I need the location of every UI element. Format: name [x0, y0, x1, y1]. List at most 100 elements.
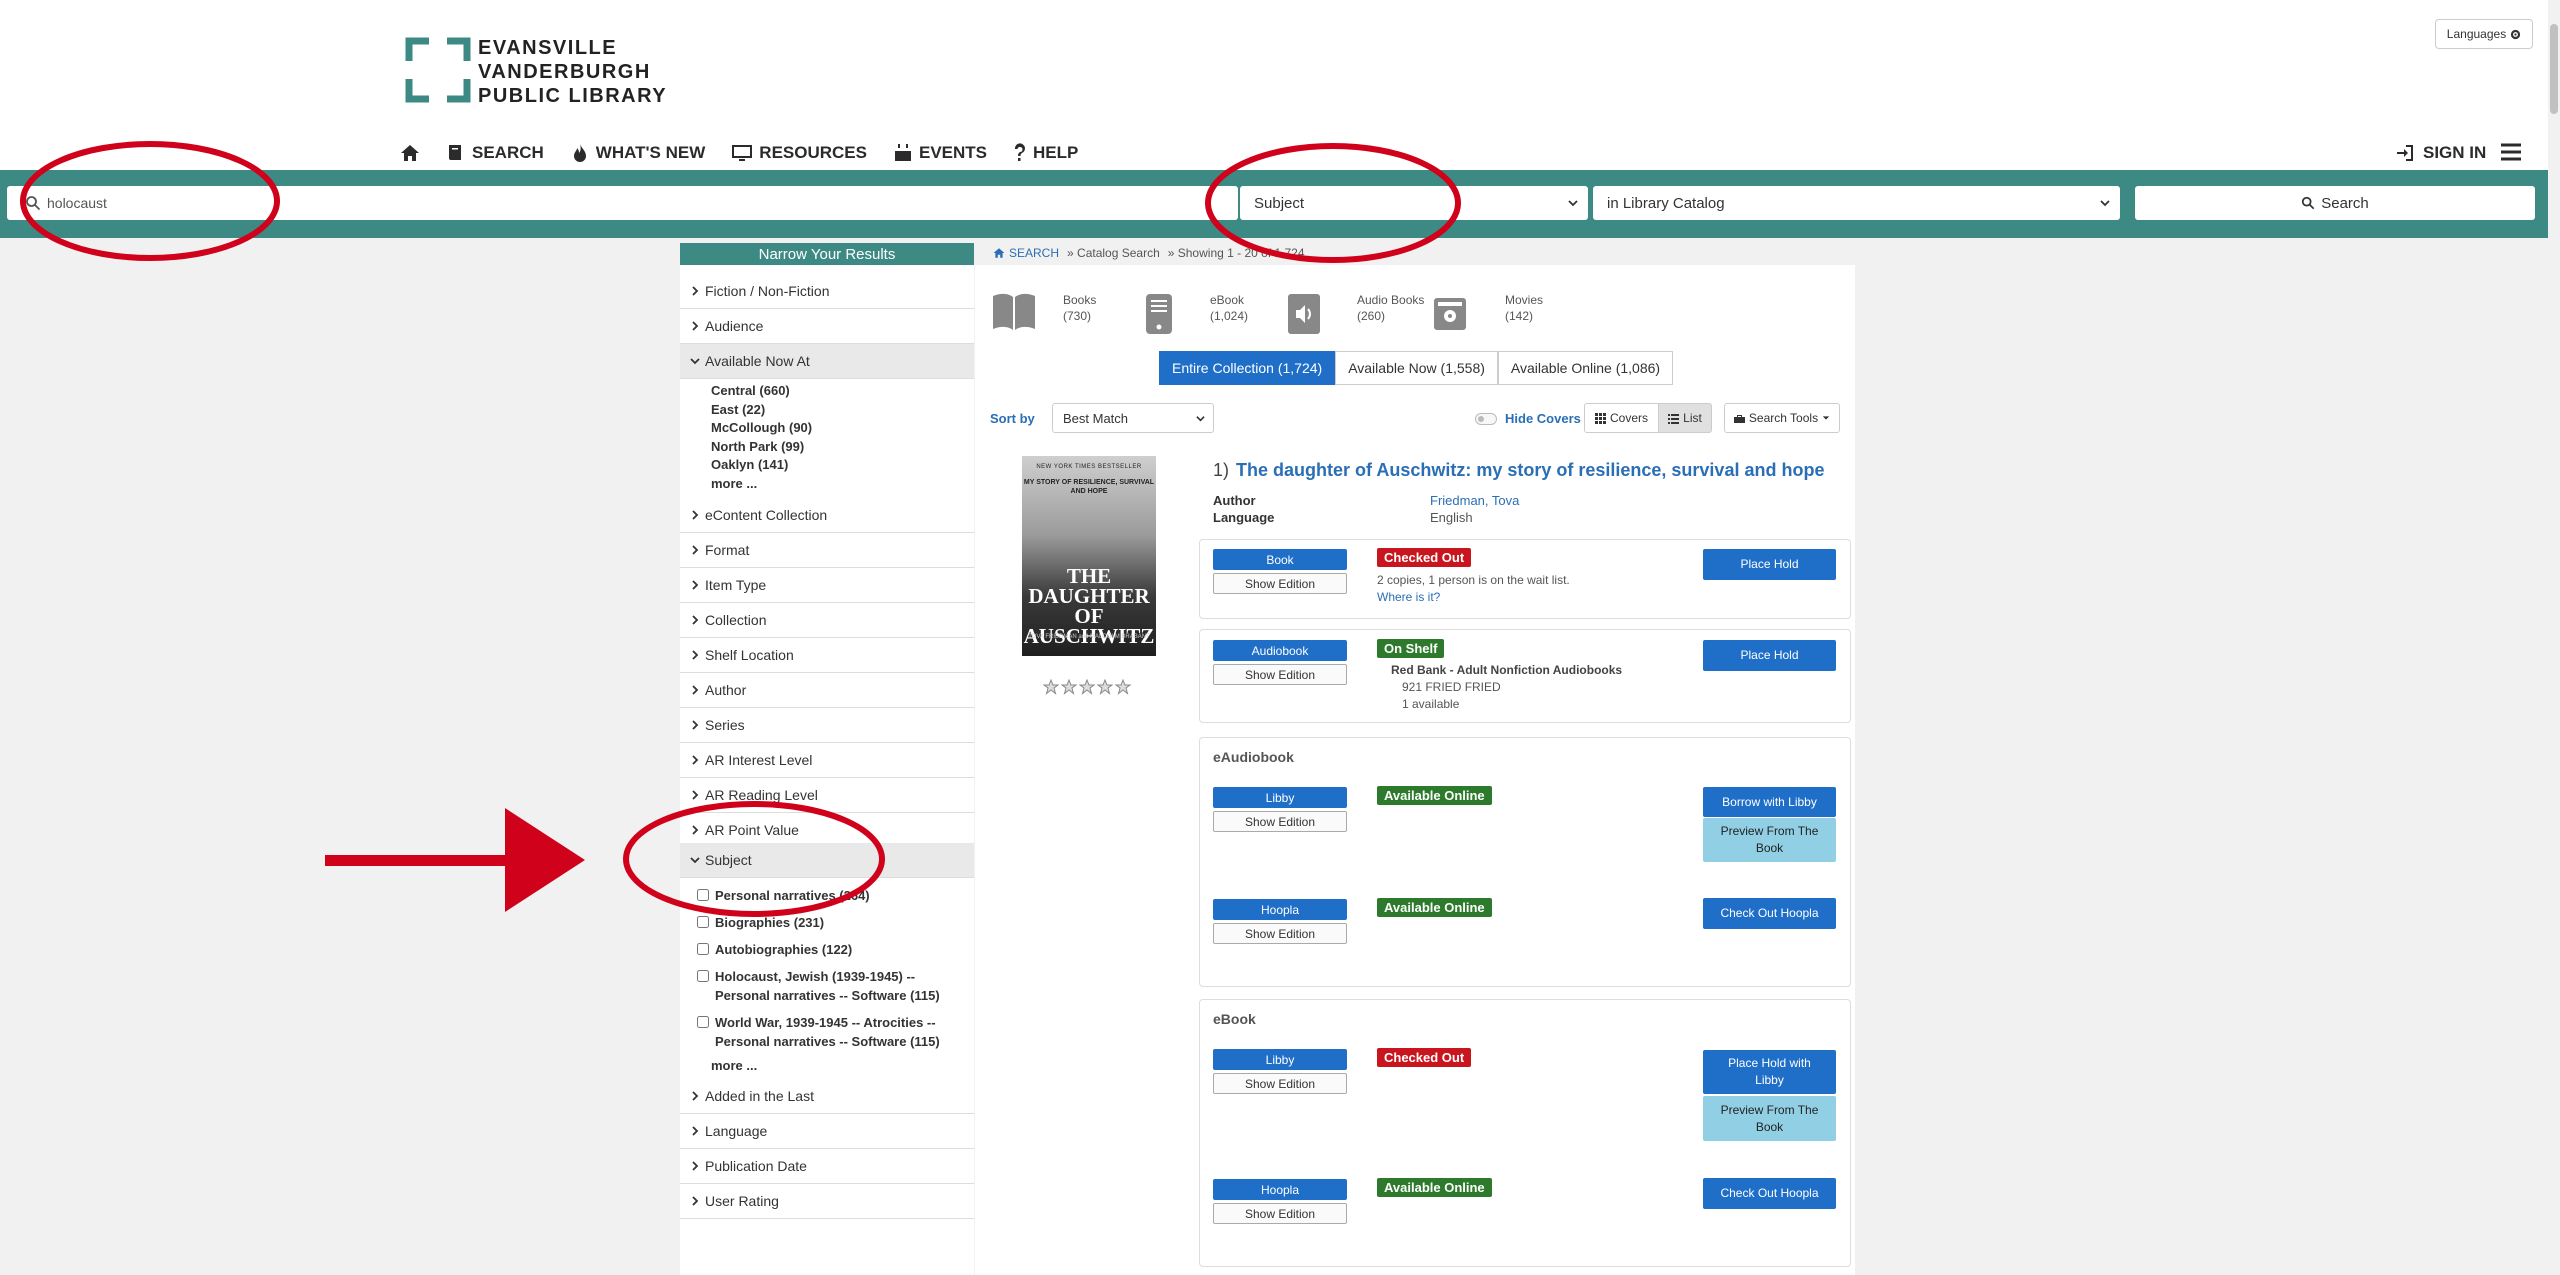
nav-search[interactable]: SEARCH — [446, 143, 544, 163]
facet-fiction-non-fiction[interactable]: Fiction / Non-Fiction — [680, 274, 974, 309]
list-view-button[interactable]: List — [1658, 403, 1712, 433]
facet-shelf-location[interactable]: Shelf Location — [680, 638, 974, 673]
book-cover[interactable]: NEW YORK TIMES BESTSELLER MY STORY OF RE… — [1022, 456, 1156, 656]
facet-user-rating[interactable]: User Rating — [680, 1184, 974, 1219]
facet-econtent-collection[interactable]: eContent Collection — [680, 498, 974, 533]
subject-checkbox[interactable] — [697, 916, 709, 928]
place-hold-button[interactable]: Place Hold — [1703, 549, 1836, 580]
tab-available-now[interactable]: Available Now (1,558) — [1335, 351, 1498, 385]
page-scrollbar[interactable] — [2548, 0, 2560, 1275]
nav-home[interactable] — [400, 143, 420, 163]
borrow-with-libby-button[interactable]: Borrow with Libby — [1703, 787, 1836, 817]
subject-checkbox[interactable] — [697, 943, 709, 955]
result-title-link[interactable]: The daughter of Auschwitz: my story of r… — [1236, 460, 1824, 481]
nav-events[interactable]: EVENTS — [893, 143, 987, 163]
hide-covers-toggle[interactable] — [1475, 413, 1497, 425]
tab-entire-collection[interactable]: Entire Collection (1,724) — [1159, 351, 1336, 385]
star-icon[interactable] — [1061, 679, 1077, 695]
subject-more-link[interactable]: more ... — [711, 1058, 757, 1073]
star-icon[interactable] — [1043, 679, 1059, 695]
show-edition-button[interactable]: Show Edition — [1213, 664, 1347, 685]
facet-value-oaklyn[interactable]: Oaklyn (141) — [711, 457, 788, 472]
author-link[interactable]: Friedman, Tova — [1430, 493, 1519, 508]
star-rating[interactable] — [1043, 679, 1131, 695]
search-button[interactable]: Search — [2135, 186, 2535, 220]
facet-audience[interactable]: Audience — [680, 309, 974, 344]
tab-available-online[interactable]: Available Online (1,086) — [1497, 351, 1674, 385]
subject-checkbox[interactable] — [697, 1016, 709, 1028]
facet-ar-interest-level[interactable]: AR Interest Level — [680, 743, 974, 778]
facet-more-link[interactable]: more ... — [711, 476, 757, 491]
facet-ar-reading-level[interactable]: AR Reading Level — [680, 778, 974, 813]
search-type-select[interactable]: Subject — [1240, 186, 1588, 220]
subject-checkbox[interactable] — [697, 970, 709, 982]
libby-format-button[interactable]: Libby — [1213, 1049, 1347, 1070]
facet-added-in-the-last[interactable]: Added in the Last — [680, 1079, 974, 1114]
facet-value-central[interactable]: Central (660) — [711, 383, 790, 398]
audiobook-format-button[interactable]: Audiobook — [1213, 640, 1347, 661]
audiobook-format-icon[interactable] — [1286, 292, 1322, 336]
audiobook-format-label[interactable]: Audio Books (260) — [1357, 292, 1424, 324]
preview-book-button[interactable]: Preview From The Book — [1703, 818, 1836, 862]
hide-covers-label[interactable]: Hide Covers — [1505, 411, 1581, 426]
library-name[interactable]: EVANSVILLE VANDERBURGH PUBLIC LIBRARY — [478, 36, 667, 108]
star-icon[interactable] — [1115, 679, 1131, 695]
ebook-format-icon[interactable] — [1144, 292, 1174, 336]
book-format-button[interactable]: Book — [1213, 549, 1347, 570]
star-icon[interactable] — [1097, 679, 1113, 695]
books-format-icon[interactable] — [990, 290, 1038, 334]
libby-format-button[interactable]: Libby — [1213, 787, 1347, 808]
scrollbar-thumb[interactable] — [2550, 24, 2558, 114]
facet-language[interactable]: Language — [680, 1114, 974, 1149]
preview-book-button[interactable]: Preview From The Book — [1703, 1096, 1836, 1141]
subject-checkbox[interactable] — [697, 889, 709, 901]
subject-facet-label[interactable]: Personal narratives (264) — [715, 886, 870, 905]
movies-format-label[interactable]: Movies (142) — [1505, 292, 1543, 324]
facet-value-east[interactable]: East (22) — [711, 402, 765, 417]
movies-format-icon[interactable] — [1432, 294, 1468, 334]
where-is-it-link[interactable]: Where is it? — [1377, 590, 1440, 604]
languages-button[interactable]: Languages — [2435, 19, 2533, 49]
hoopla-format-button[interactable]: Hoopla — [1213, 1179, 1347, 1200]
covers-view-button[interactable]: Covers — [1584, 403, 1659, 433]
sort-select[interactable]: Best Match — [1052, 403, 1214, 433]
menu-icon[interactable] — [2500, 141, 2522, 163]
show-edition-button[interactable]: Show Edition — [1213, 1203, 1347, 1224]
breadcrumb-home[interactable]: SEARCH — [993, 246, 1059, 260]
check-out-hoopla-button[interactable]: Check Out Hoopla — [1703, 1178, 1836, 1209]
subject-facet-label[interactable]: Holocaust, Jewish (1939-1945) -- Persona… — [715, 967, 967, 1005]
star-icon[interactable] — [1079, 679, 1095, 695]
facet-available-now-at[interactable]: Available Now At — [680, 344, 974, 379]
facet-format[interactable]: Format — [680, 533, 974, 568]
hoopla-format-button[interactable]: Hoopla — [1213, 899, 1347, 920]
place-hold-libby-button[interactable]: Place Hold with Libby — [1703, 1050, 1836, 1094]
subject-facet-label[interactable]: World War, 1939-1945 -- Atrocities -- Pe… — [715, 1013, 967, 1051]
facet-author[interactable]: Author — [680, 673, 974, 708]
nav-help[interactable]: HELP — [1013, 143, 1078, 163]
search-tools-button[interactable]: Search Tools — [1724, 403, 1840, 433]
facet-collection[interactable]: Collection — [680, 603, 974, 638]
ebook-format-label[interactable]: eBook (1,024) — [1210, 292, 1248, 324]
nav-resources[interactable]: RESOURCES — [731, 143, 867, 163]
place-hold-button[interactable]: Place Hold — [1703, 640, 1836, 671]
check-out-hoopla-button[interactable]: Check Out Hoopla — [1703, 898, 1836, 929]
sign-in-link[interactable]: SIGN IN — [2395, 138, 2486, 168]
show-edition-button[interactable]: Show Edition — [1213, 811, 1347, 832]
show-edition-button[interactable]: Show Edition — [1213, 573, 1347, 594]
subject-facet-label[interactable]: Biographies (231) — [715, 913, 824, 932]
show-edition-button[interactable]: Show Edition — [1213, 923, 1347, 944]
subject-facet-label[interactable]: Autobiographies (122) — [715, 940, 852, 959]
search-source-select[interactable]: in Library Catalog — [1593, 186, 2120, 220]
facet-value-north-park[interactable]: North Park (99) — [711, 439, 804, 454]
facet-subject[interactable]: Subject — [680, 843, 974, 878]
search-input[interactable] — [47, 186, 1227, 220]
facet-value-mccollough[interactable]: McCollough (90) — [711, 420, 812, 435]
books-format-label[interactable]: Books (730) — [1063, 292, 1096, 324]
nav-whats-new[interactable]: WHAT'S NEW — [570, 143, 705, 163]
breadcrumb-catalog[interactable]: » Catalog Search — [1067, 246, 1160, 260]
facet-series[interactable]: Series — [680, 708, 974, 743]
facet-item-type[interactable]: Item Type — [680, 568, 974, 603]
facet-publication-date[interactable]: Publication Date — [680, 1149, 974, 1184]
show-edition-button[interactable]: Show Edition — [1213, 1073, 1347, 1094]
library-logo-icon[interactable] — [405, 37, 471, 103]
